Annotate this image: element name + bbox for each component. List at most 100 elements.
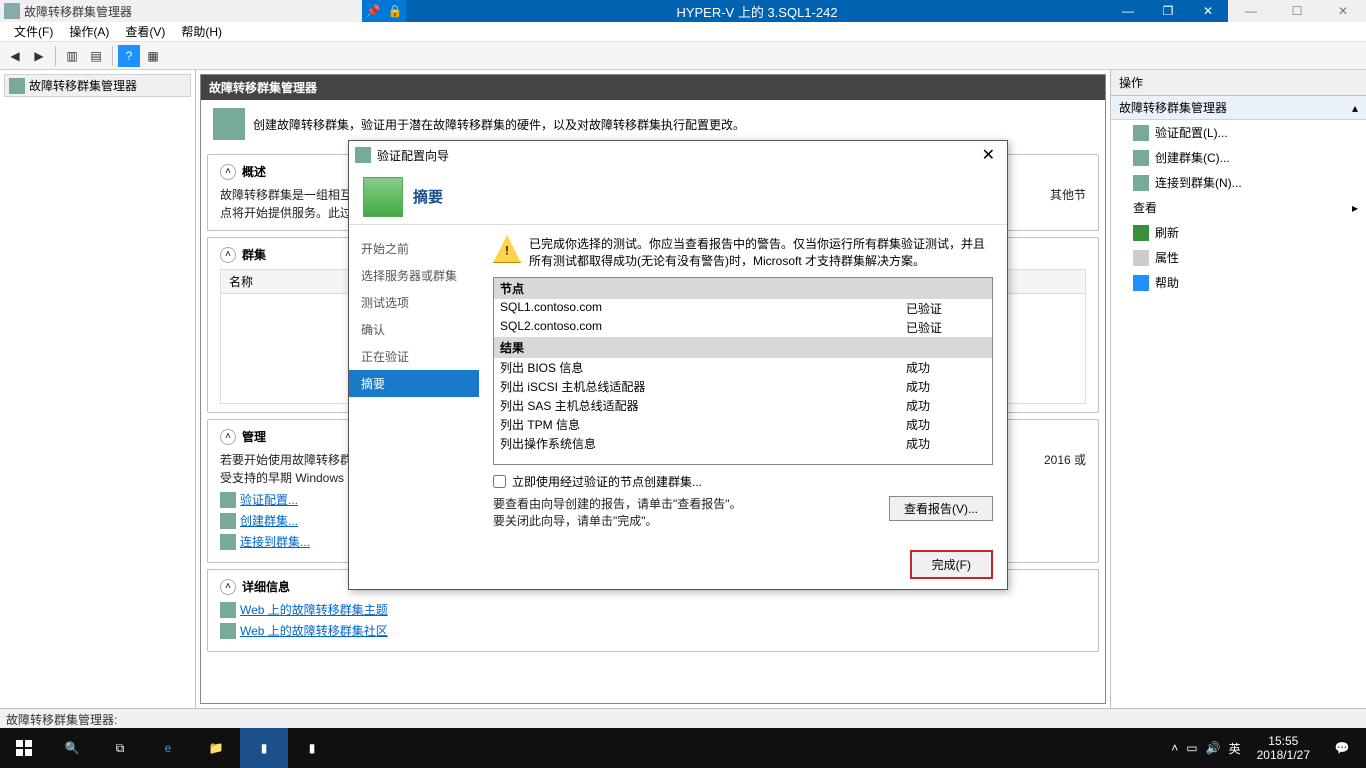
tray-volume-icon[interactable]: 🔊	[1206, 741, 1221, 755]
search-button[interactable]: 🔍	[48, 728, 96, 768]
host-maximize-button[interactable]: ☐	[1274, 0, 1320, 22]
toolbar-panel1-button[interactable]: ▥	[61, 45, 83, 67]
toolbar-properties-button[interactable]: ▦	[142, 45, 164, 67]
lock-icon[interactable]: 🔒	[384, 0, 406, 22]
result-row[interactable]: 列出 iSCSI 主机总线适配器成功	[494, 377, 992, 396]
action-validate[interactable]: 验证配置(L)...	[1111, 120, 1366, 145]
link-web-topics[interactable]: Web 上的故障转移群集主题	[220, 601, 1086, 618]
wizard-close-button[interactable]: ✕	[976, 145, 1001, 165]
wizard-note: 要查看由向导创建的报告，请单击"查看报告"。 要关闭此向导，请单击"完成"。	[493, 496, 742, 530]
toolbar-help-button[interactable]: ?	[118, 45, 140, 67]
tree-pane[interactable]: 故障转移群集管理器	[0, 70, 196, 708]
chevron-right-icon: ▸	[1352, 201, 1358, 215]
wiz-nav-before[interactable]: 开始之前	[349, 235, 479, 262]
wizard-titlebar[interactable]: 验证配置向导 ✕	[349, 141, 1007, 169]
node-row[interactable]: SQL1.contoso.com已验证	[494, 299, 992, 318]
action-connect[interactable]: 连接到群集(N)...	[1111, 170, 1366, 195]
nodes-header: 节点	[494, 278, 992, 299]
create-cluster-now-label: 立即使用经过验证的节点创建群集...	[512, 473, 702, 490]
vm-close-button[interactable]: ✕	[1188, 4, 1228, 18]
collapse-icon[interactable]: ˄	[220, 164, 236, 180]
task-view-button[interactable]: ⧉	[96, 728, 144, 768]
validate-icon	[220, 492, 236, 508]
intro-icon	[213, 108, 245, 140]
view-report-button[interactable]: 查看报告(V)...	[889, 496, 993, 521]
system-tray[interactable]: ˄ ▭ 🔊 英	[1163, 740, 1248, 757]
result-row[interactable]: 列出 BIOS 信息成功	[494, 358, 992, 377]
vm-minimize-button[interactable]: —	[1108, 4, 1148, 18]
taskbar-ie-icon[interactable]: e	[144, 728, 192, 768]
actions-collapse-icon[interactable]: ▴	[1352, 101, 1358, 115]
vm-caption-bar: 📌 🔒 HYPER-V 上的 3.SQL1-242 — ❐ ✕	[362, 0, 1228, 22]
menu-view[interactable]: 查看(V)	[117, 21, 173, 42]
nav-forward-button[interactable]: ▶	[28, 45, 50, 67]
center-header: 故障转移群集管理器	[201, 75, 1105, 100]
details-title: 详细信息	[242, 578, 290, 595]
action-refresh[interactable]: 刷新	[1111, 220, 1366, 245]
menu-help[interactable]: 帮助(H)	[173, 21, 230, 42]
tray-network-icon[interactable]: ▭	[1186, 741, 1197, 755]
action-help[interactable]: 帮助	[1111, 270, 1366, 295]
tray-up-icon[interactable]: ˄	[1171, 741, 1178, 755]
node-row[interactable]: SQL2.contoso.com已验证	[494, 318, 992, 337]
host-minimize-button[interactable]: —	[1228, 0, 1274, 22]
wiz-nav-summary[interactable]: 摘要	[349, 370, 479, 397]
nav-back-button[interactable]: ◀	[4, 45, 26, 67]
connect-icon	[220, 534, 236, 550]
connect-icon	[1133, 175, 1149, 191]
action-center-button[interactable]: 💬	[1318, 728, 1366, 768]
menu-action[interactable]: 操作(A)	[61, 21, 117, 42]
wiz-nav-select[interactable]: 选择服务器或群集	[349, 262, 479, 289]
collapse-icon[interactable]: ˄	[220, 429, 236, 445]
actions-pane: 操作 故障转移群集管理器 ▴ 验证配置(L)... 创建群集(C)... 连接到…	[1110, 70, 1366, 708]
wizard-footer: 完成(F)	[349, 540, 1007, 589]
toolbar-panel2-button[interactable]: ▤	[85, 45, 107, 67]
clock-time: 15:55	[1257, 734, 1310, 748]
inner-app-title: 故障转移群集管理器	[24, 3, 132, 20]
menu-bar: 文件(F) 操作(A) 查看(V) 帮助(H)	[0, 22, 1366, 42]
overview-line1: 故障转移群集是一组相互…	[220, 186, 364, 204]
action-create[interactable]: 创建群集(C)...	[1111, 145, 1366, 170]
action-properties[interactable]: 属性	[1111, 245, 1366, 270]
overview-trail: 其他节	[1050, 186, 1086, 222]
result-row[interactable]: 列出操作系统信息成功	[494, 434, 992, 453]
clock-date: 2018/1/27	[1257, 748, 1310, 762]
validate-wizard-dialog: 验证配置向导 ✕ 摘要 开始之前 选择服务器或群集 测试选项 确认 正在验证 摘…	[348, 140, 1008, 590]
app-icon	[4, 3, 20, 19]
ime-indicator[interactable]: 英	[1229, 740, 1241, 757]
wiz-nav-validating[interactable]: 正在验证	[349, 343, 479, 370]
link-web-community[interactable]: Web 上的故障转移群集社区	[220, 622, 1086, 639]
tree-root-item[interactable]: 故障转移群集管理器	[4, 74, 191, 97]
vm-maximize-button[interactable]: ❐	[1148, 4, 1188, 18]
validate-icon	[1133, 125, 1149, 141]
actions-group-header: 故障转移群集管理器 ▴	[1111, 96, 1366, 120]
web-icon	[220, 623, 236, 639]
collapse-icon[interactable]: ˄	[220, 579, 236, 595]
collapse-icon[interactable]: ˄	[220, 247, 236, 263]
action-view[interactable]: 查看▸	[1111, 195, 1366, 220]
results-header: 结果	[494, 337, 992, 358]
wiz-nav-confirm[interactable]: 确认	[349, 316, 479, 343]
results-listbox[interactable]: 节点 SQL1.contoso.com已验证SQL2.contoso.com已验…	[493, 277, 993, 465]
wiz-nav-options[interactable]: 测试选项	[349, 289, 479, 316]
pin-icon[interactable]: 📌	[362, 0, 384, 22]
result-row[interactable]: 列出 TPM 信息成功	[494, 415, 992, 434]
taskbar-clock[interactable]: 15:55 2018/1/27	[1249, 734, 1318, 763]
vm-title-bar: 故障转移群集管理器 📌 🔒 HYPER-V 上的 3.SQL1-242 — ❐ …	[0, 0, 1366, 22]
finish-button[interactable]: 完成(F)	[910, 550, 993, 579]
menu-file[interactable]: 文件(F)	[6, 21, 61, 42]
host-close-button[interactable]: ✕	[1320, 0, 1366, 22]
manage-title: 管理	[242, 428, 266, 445]
taskbar-app2-icon[interactable]: ▮	[288, 728, 336, 768]
result-row[interactable]: 列出 SAS 主机总线适配器成功	[494, 396, 992, 415]
warning-icon	[493, 235, 521, 263]
start-button[interactable]	[0, 728, 48, 768]
wizard-content: 已完成你选择的测试。你应当查看报告中的警告。仅当你运行所有群集验证测试，并且所有…	[479, 225, 1007, 540]
taskbar-app1-icon[interactable]: ▮	[240, 728, 288, 768]
taskbar[interactable]: 🔍 ⧉ e 📁 ▮ ▮ ˄ ▭ 🔊 英 15:55 2018/1/27 💬	[0, 728, 1366, 768]
create-cluster-now-checkbox[interactable]	[493, 475, 506, 488]
create-icon	[220, 513, 236, 529]
taskbar-explorer-icon[interactable]: 📁	[192, 728, 240, 768]
properties-icon	[1133, 250, 1149, 266]
intro-text: 创建故障转移群集，验证用于潜在故障转移群集的硬件，以及对故障转移群集执行配置更改…	[253, 116, 745, 133]
